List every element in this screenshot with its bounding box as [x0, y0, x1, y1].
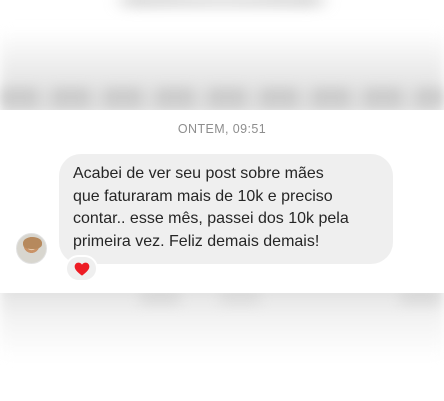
blurred-background-text	[0, 88, 444, 106]
message-line: que faturaram mais de 10k e preciso	[73, 187, 333, 205]
reaction-badge[interactable]	[65, 255, 98, 282]
sender-avatar[interactable]	[16, 233, 47, 264]
message-line: Acabei de ver seu post sobre mães	[73, 165, 324, 182]
heart-icon	[74, 262, 89, 276]
blurred-background-top	[0, 0, 444, 8]
message-bubble[interactable]: Acabei de ver seu post sobre mães que fa…	[59, 154, 393, 264]
chat-panel: ONTEM, 09:51 Acabei de ver seu post sobr…	[0, 110, 444, 293]
message-line: primeira vez. Feliz demais demais!	[73, 232, 320, 250]
message-timestamp: ONTEM, 09:51	[177, 122, 267, 136]
blurred-background-footer-text	[0, 292, 444, 304]
avatar-hair-shape	[23, 237, 42, 249]
message-line: contar.. esse mês, passei dos 10k pela	[73, 210, 349, 227]
screenshot-stage: ONTEM, 09:51 Acabei de ver seu post sobr…	[0, 0, 444, 401]
